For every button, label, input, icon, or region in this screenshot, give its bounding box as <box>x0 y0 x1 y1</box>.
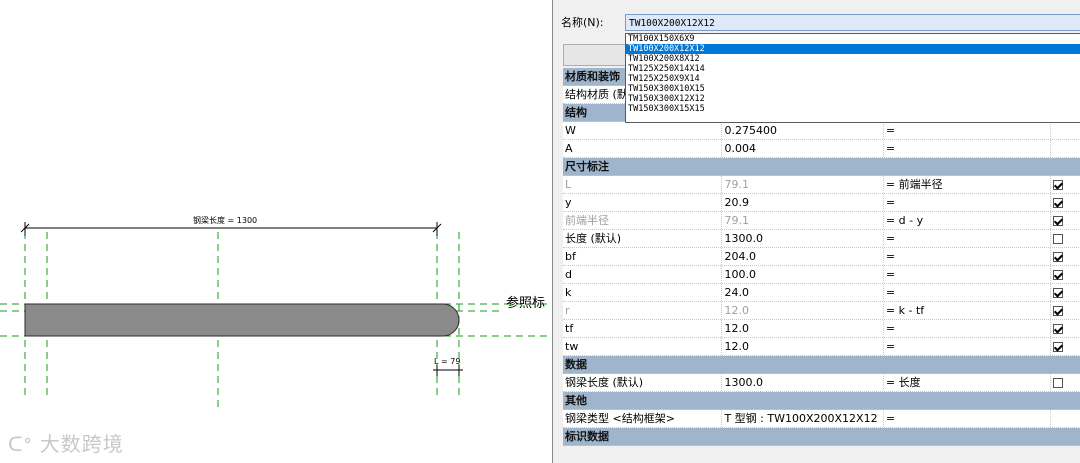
reference-label[interactable]: 参照标 <box>506 295 545 311</box>
section-identity-data[interactable]: 标识数据 <box>563 428 1080 446</box>
param-formula[interactable]: = <box>884 140 1052 157</box>
param-name: d <box>563 266 723 283</box>
l-dimension-label[interactable]: L = 79 <box>434 357 460 366</box>
param-value[interactable]: 0.275400 <box>722 122 884 139</box>
param-formula[interactable]: = <box>884 266 1052 283</box>
param-formula[interactable]: = 前端半径 <box>884 176 1052 193</box>
param-formula[interactable]: = k - tf <box>884 302 1052 319</box>
dropdown-option[interactable]: TW150X300X15X15 <box>626 104 1080 114</box>
param-row[interactable]: 前端半径 79.1 = d - y <box>563 212 1080 230</box>
watermark-logo: ᑕᐤ 大数跨境 <box>8 432 124 456</box>
param-name: y <box>563 194 723 211</box>
param-formula[interactable]: = 长度 <box>884 374 1052 391</box>
dropdown-option[interactable]: TW125X250X14X14 <box>626 64 1080 74</box>
param-row[interactable]: W 0.275400 = <box>563 122 1080 140</box>
param-name: W <box>563 122 723 139</box>
reporting-checkbox[interactable] <box>1053 269 1064 280</box>
dropdown-option[interactable]: TW150X300X12X12 <box>626 94 1080 104</box>
beam-drawing-canvas[interactable]: 钢梁长度 = 1300 L = 79 参照标 <box>0 0 552 463</box>
section-other[interactable]: 其他 <box>563 392 1080 410</box>
param-value[interactable]: 20.9 <box>722 194 884 211</box>
param-name: r <box>563 302 723 319</box>
param-value[interactable]: T 型钢 : TW100X200X12X12 <box>722 410 884 427</box>
param-name: 钢梁长度 (默认) <box>563 374 723 391</box>
reporting-checkbox[interactable] <box>1053 341 1064 352</box>
param-row[interactable]: 钢梁类型 <结构框架> T 型钢 : TW100X200X12X12 = <box>563 410 1080 428</box>
param-value[interactable]: 204.0 <box>722 248 884 265</box>
param-name: L <box>563 176 723 193</box>
param-row[interactable]: A 0.004 = <box>563 140 1080 158</box>
param-row[interactable]: r 12.0 = k - tf <box>563 302 1080 320</box>
param-row[interactable]: 长度 (默认) 1300.0 = <box>563 230 1080 248</box>
watermark-icon: ᑕᐤ <box>8 432 33 456</box>
param-value[interactable]: 1300.0 <box>722 374 884 391</box>
param-name: A <box>563 140 723 157</box>
param-formula[interactable]: = d - y <box>884 212 1052 229</box>
param-row[interactable]: y 20.9 = <box>563 194 1080 212</box>
param-name: 长度 (默认) <box>563 230 723 247</box>
reporting-checkbox[interactable] <box>1053 251 1064 262</box>
param-value[interactable]: 12.0 <box>722 302 884 319</box>
reporting-checkbox[interactable] <box>1053 377 1064 388</box>
param-value[interactable]: 79.1 <box>722 212 884 229</box>
parameters-table: 材质和装饰 结构材质 (默 结构 W 0.275400 = A 0.004 = 尺寸标注 … <box>563 68 1080 446</box>
param-value[interactable]: 79.1 <box>722 176 884 193</box>
param-value[interactable]: 24.0 <box>722 284 884 301</box>
param-name: 前端半径 <box>563 212 723 229</box>
reporting-checkbox[interactable] <box>1053 197 1064 208</box>
param-formula[interactable]: = <box>884 320 1052 337</box>
param-row[interactable]: 钢梁长度 (默认) 1300.0 = 长度 <box>563 374 1080 392</box>
param-name: tw <box>563 338 723 355</box>
type-name-combobox[interactable]: TW100X200X12X12 <box>625 14 1080 31</box>
reporting-checkbox[interactable] <box>1053 305 1064 316</box>
param-formula[interactable]: = <box>884 248 1052 265</box>
dropdown-option[interactable]: TW100X200X12X12 <box>626 44 1080 54</box>
reporting-checkbox[interactable] <box>1053 323 1064 334</box>
param-formula[interactable]: = <box>884 410 1052 427</box>
param-value[interactable]: 1300.0 <box>722 230 884 247</box>
reporting-checkbox[interactable] <box>1053 287 1064 298</box>
param-value[interactable]: 12.0 <box>722 338 884 355</box>
param-formula[interactable]: = <box>884 338 1052 355</box>
param-value[interactable]: 100.0 <box>722 266 884 283</box>
param-formula[interactable]: = <box>884 230 1052 247</box>
dropdown-option[interactable]: TW100X200X8X12 <box>626 54 1080 64</box>
dropdown-option[interactable]: TW150X300X10X15 <box>626 84 1080 94</box>
family-types-panel: 名称(N): TW100X200X12X12 材质和装饰 结构材质 (默 结构 … <box>552 0 1080 463</box>
section-dimensions[interactable]: 尺寸标注 <box>563 158 1080 176</box>
param-name: bf <box>563 248 723 265</box>
param-value[interactable]: 12.0 <box>722 320 884 337</box>
section-data[interactable]: 数据 <box>563 356 1080 374</box>
name-label: 名称(N): <box>561 16 604 29</box>
param-formula[interactable]: = <box>884 194 1052 211</box>
param-row[interactable]: k 24.0 = <box>563 284 1080 302</box>
param-name: k <box>563 284 723 301</box>
dropdown-option[interactable]: TM100X150X6X9 <box>626 34 1080 44</box>
param-name: tf <box>563 320 723 337</box>
reporting-checkbox[interactable] <box>1053 233 1064 244</box>
reporting-checkbox[interactable] <box>1053 179 1064 190</box>
param-formula[interactable]: = <box>884 284 1052 301</box>
dropdown-option[interactable]: TW125X250X9X14 <box>626 74 1080 84</box>
param-row[interactable]: tf 12.0 = <box>563 320 1080 338</box>
param-formula[interactable]: = <box>884 122 1052 139</box>
param-name: 钢梁类型 <结构框架> <box>563 410 723 427</box>
param-row[interactable]: bf 204.0 = <box>563 248 1080 266</box>
steel-beam-shape[interactable] <box>24 303 460 337</box>
reporting-checkbox[interactable] <box>1053 215 1064 226</box>
type-name-dropdown-list[interactable]: TM100X150X6X9 TW100X200X12X12 TW100X200X8X… <box>625 33 1080 123</box>
param-value[interactable]: 0.004 <box>722 140 884 157</box>
param-row[interactable]: d 100.0 = <box>563 266 1080 284</box>
beam-length-label[interactable]: 钢梁长度 = 1300 <box>193 215 257 225</box>
param-row[interactable]: tw 12.0 = <box>563 338 1080 356</box>
param-row[interactable]: L 79.1 = 前端半径 <box>563 176 1080 194</box>
